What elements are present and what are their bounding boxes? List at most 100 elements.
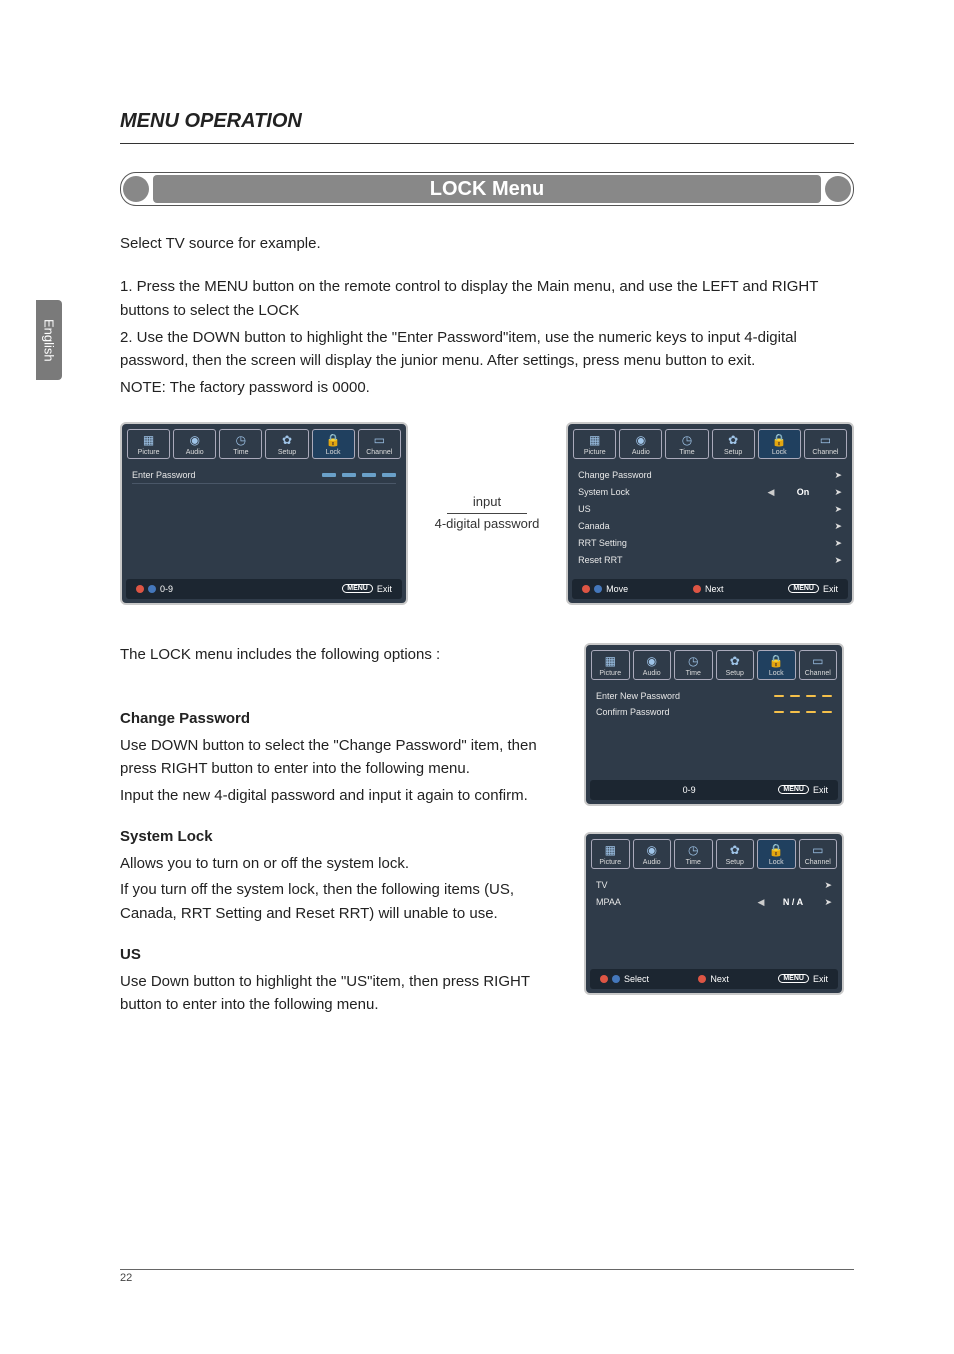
tab-channel: ▭Channel [804,429,847,459]
password-dashes [322,473,396,477]
time-icon: ◷ [232,433,250,447]
new-pw-dashes [774,695,832,697]
right-arrow-icon: ➤ [818,880,832,891]
osd-item: RRT Setting➤ [578,535,842,552]
osd-item: US➤ [578,501,842,518]
osd2-footer: Move Next MENUExit [572,579,848,599]
menu-pill: MENU [778,785,809,794]
osd-item-value: N / A [768,897,818,907]
tab-label: Time [233,449,248,456]
osd-item-label: Change Password [578,470,764,480]
left-arrow-icon: ◀ [764,487,778,498]
tab-picture: ▦Picture [573,429,616,459]
tab-label: Channel [805,859,831,866]
audio-icon: ◉ [186,433,204,447]
osd-item-label: RRT Setting [578,538,764,548]
osd1-footer-right: Exit [377,584,392,594]
tab-channel: ▭Channel [799,650,838,680]
tab-label: Setup [726,859,744,866]
osd3-footer-right: Exit [813,785,828,795]
lock-icon: 🔒 [324,433,342,447]
language-tab: English [36,300,62,380]
osd-enter-password: ▦Picture◉Audio◷Time✿Setup🔒Lock▭Channel E… [120,422,408,605]
osd3-row2: Confirm Password [596,707,774,717]
osd2-tabs: ▦Picture◉Audio◷Time✿Setup🔒Lock▭Channel [568,424,852,459]
osd-item-label: Canada [578,521,764,531]
tab-picture: ▦ Picture [127,429,170,459]
section-paragraph: If you turn off the system lock, then th… [120,878,556,925]
time-icon: ◷ [684,843,702,857]
menu-pill: MENU [778,974,809,983]
osd1-footer: 0-9 MENU Exit [126,579,402,599]
section-banner: LOCK Menu [120,172,854,206]
osd1-tabs: ▦Picture◉Audio◷Time✿Setup🔒Lock▭Channel [122,424,406,459]
left-arrow-icon: ◀ [754,897,768,908]
osd2-footer-mid: Next [705,584,724,594]
page-number: 22 [120,1270,854,1284]
tab-time: ◷ Time [219,429,262,459]
picture-icon: ▦ [601,843,619,857]
channel-icon: ▭ [809,654,827,668]
osd2-footer-right: Exit [823,584,838,594]
osd-item: TV ➤ [596,877,832,894]
step-1: 1. Press the MENU button on the remote c… [120,275,854,322]
tab-setup: ✿Setup [712,429,755,459]
tab-label: Lock [326,449,341,456]
title-rule [120,143,854,144]
osd4-footer-right: Exit [813,974,828,984]
setup-icon: ✿ [278,433,296,447]
left-intro: The LOCK menu includes the following opt… [120,643,556,666]
channel-icon: ▭ [370,433,388,447]
section-heading: US [120,943,556,966]
tab-time: ◷Time [674,650,713,680]
osd2-footer-left: Move [606,584,628,594]
tab-label: Setup [726,670,744,677]
osd1-footer-left: 0-9 [160,584,173,594]
tab-audio: ◉Audio [173,429,216,459]
banner-cap-right [825,176,851,202]
osd-item-label: US [578,504,764,514]
tab-audio: ◉ Audio [633,839,672,869]
right-arrow-icon: ➤ [828,521,842,532]
menu-pill: MENU [342,584,373,593]
step-2: 2. Use the DOWN button to highlight the … [120,326,854,373]
section-paragraph: Use Down button to highlight the "US"ite… [120,970,556,1017]
right-arrow-icon: ➤ [828,470,842,481]
banner-cap-left [123,176,149,202]
osd-item: Change Password ➤ [578,467,842,484]
osd-item: MPAA◀N / A➤ [596,894,832,911]
tab-label: Lock [769,859,784,866]
tab-label: Time [679,449,694,456]
banner-label: LOCK Menu [153,175,821,203]
tab-label: Setup [278,449,296,456]
audio-icon: ◉ [643,843,661,857]
tab-label: Lock [769,670,784,677]
osd3-footer: 0-9 MENU Exit [590,780,838,800]
osd-row-1: ▦Picture◉Audio◷Time✿Setup🔒Lock▭Channel E… [120,422,854,605]
lock-icon: 🔒 [767,843,785,857]
osd4-footer-mid: Next [710,974,729,984]
osd-change-password: ▦Picture◉Audio◷Time✿Setup🔒Lock▭Channel E… [584,643,844,806]
section-paragraph: Use DOWN button to select the "Change Pa… [120,734,556,781]
osd-item-value: On [778,487,828,497]
osd-item-label: TV [596,880,754,890]
osd-us-submenu: ▦Picture◉Audio◷Time✿Setup🔒Lock▭Channel T… [584,832,844,995]
osd3-footer-left: 0-9 [683,785,696,795]
tab-label: Picture [138,449,160,456]
setup-icon: ✿ [726,843,744,857]
tab-setup: ✿ Setup [265,429,308,459]
intro-text: Select TV source for example. [120,232,854,255]
osd1-enter-password-label: Enter Password [132,470,322,480]
picture-icon: ▦ [140,433,158,447]
section-heading: Change Password [120,707,556,730]
section-heading: System Lock [120,825,556,848]
between-annotation: input 4-digital password [420,492,554,535]
tab-label: Setup [724,449,742,456]
tab-label: Audio [643,859,661,866]
channel-icon: ▭ [809,843,827,857]
osd-lock-submenu: ▦Picture◉Audio◷Time✿Setup🔒Lock▭Channel C… [566,422,854,605]
tab-time: ◷Time [674,839,713,869]
page-footer: 22 [120,1269,854,1284]
tab-picture: ▦Picture [591,650,630,680]
osd4-footer: Select Next MENUExit [590,969,838,989]
